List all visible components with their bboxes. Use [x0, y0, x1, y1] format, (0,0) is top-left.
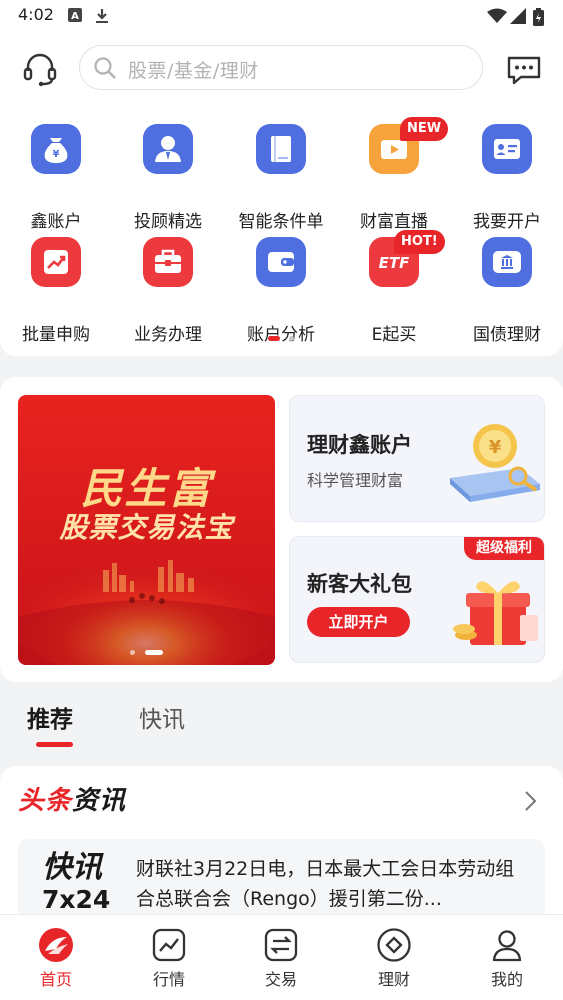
flash-news-logo-text: 快讯 — [42, 850, 102, 885]
super-welfare-tag: 超级福利 — [464, 537, 544, 560]
new-badge: NEW — [400, 117, 449, 141]
quick-item-label: 我要开户 — [473, 212, 541, 232]
hot-badge: HOT! — [394, 230, 445, 254]
advisor-icon — [143, 124, 193, 174]
quick-item-account-analysis[interactable]: 账户分析 — [225, 237, 337, 347]
quick-item-label: 鑫账户 — [30, 212, 82, 232]
quick-item-label: 账户分析 — [247, 325, 315, 345]
search-icon — [94, 57, 116, 79]
treasury-bond-icon — [482, 237, 532, 287]
home-logo-icon — [39, 928, 73, 962]
nav-label: 我的 — [490, 970, 523, 989]
id-card-icon — [482, 124, 532, 174]
search-placeholder: 股票/基金/理财 — [128, 60, 259, 82]
promo-title: 理财鑫账户 — [307, 433, 412, 457]
customer-service-headset-icon[interactable] — [21, 50, 59, 88]
nav-label: 行情 — [152, 970, 185, 989]
message-icon[interactable] — [505, 50, 543, 88]
svg-text:ETF: ETF — [379, 254, 410, 272]
notification-a-icon: A — [68, 8, 82, 22]
banner-subtitle: 股票交易法宝 — [59, 511, 234, 544]
promo-card: 民生富 股票交易法宝 理财鑫账户 科学管理财富 ¥ 新客大礼包 立即开户 超级福… — [0, 377, 563, 682]
coin-magnifier-illustration: ¥ — [450, 424, 540, 502]
nav-market[interactable]: 行情 — [129, 927, 209, 990]
nav-label: 交易 — [264, 970, 297, 989]
quick-item-e-buy[interactable]: ETF HOT! E起买 — [338, 230, 450, 347]
nav-wealth[interactable]: 理财 — [354, 927, 434, 990]
promo-title: 新客大礼包 — [307, 572, 412, 596]
tab-recommend[interactable]: 推荐 — [27, 700, 73, 734]
wifi-icon — [487, 8, 507, 23]
nav-trade[interactable]: 交易 — [241, 927, 321, 990]
battery-icon — [533, 8, 544, 26]
nav-home[interactable]: 首页 — [16, 927, 96, 990]
promo-subtitle: 科学管理财富 — [307, 471, 404, 490]
status-bar: 4:02 A — [0, 0, 563, 32]
flash-news-logo: 快讯 7x24 — [42, 851, 112, 915]
flash-news-logo-number: 7x24 — [42, 885, 111, 914]
svg-text:A: A — [71, 11, 79, 22]
gift-box-illustration — [453, 581, 538, 645]
quick-item-label: 国债理财 — [473, 325, 541, 345]
signal-icon — [510, 8, 526, 24]
svg-text:¥: ¥ — [53, 149, 60, 160]
nav-label: 理财 — [377, 970, 410, 989]
wallet-icon — [256, 237, 306, 287]
svg-text:¥: ¥ — [489, 437, 502, 458]
nav-label: 首页 — [39, 970, 72, 989]
quick-menu-card: ¥ 鑫账户 投顾精选 智能条件单 NEW 财富直播 我要开户 批量申购 业务办理… — [0, 104, 563, 356]
promo-banner[interactable]: 民生富 股票交易法宝 — [18, 395, 275, 665]
quick-item-label: E起买 — [371, 325, 417, 345]
market-chart-icon — [152, 928, 186, 962]
promo-new-customer[interactable]: 新客大礼包 立即开户 超级福利 — [289, 536, 545, 663]
quick-item-label: 业务办理 — [134, 325, 202, 345]
tab-active-indicator — [36, 742, 73, 747]
banner-dot-active — [145, 650, 163, 655]
wealth-diamond-icon — [377, 928, 411, 962]
quick-item-treasury[interactable]: 国债理财 — [451, 237, 563, 347]
quick-item-smart-order[interactable]: 智能条件单 — [225, 124, 337, 234]
trade-exchange-icon — [264, 928, 298, 962]
top-header: 股票/基金/理财 — [0, 32, 563, 104]
news-item[interactable]: 快讯 7x24 财联社3月22日电，日本最大工会日本劳动组合总联合会（Rengo… — [18, 839, 545, 926]
quick-item-advisor[interactable]: 投顾精选 — [112, 124, 224, 234]
page-dot-active — [268, 336, 280, 341]
open-account-button[interactable]: 立即开户 — [307, 607, 410, 637]
trend-chart-icon — [31, 237, 81, 287]
quick-item-label: 投顾精选 — [134, 212, 202, 232]
tab-flash-news[interactable]: 快讯 — [139, 700, 185, 734]
quick-item-business[interactable]: 业务办理 — [112, 237, 224, 347]
page-dot — [289, 336, 294, 341]
quick-item-label: 批量申购 — [22, 325, 90, 345]
profile-icon — [492, 930, 522, 962]
money-bag-icon: ¥ — [31, 124, 81, 174]
nav-profile[interactable]: 我的 — [467, 927, 547, 990]
quick-item-open-account[interactable]: 我要开户 — [451, 124, 563, 234]
news-title-red: 头条 — [18, 786, 73, 816]
briefcase-icon — [143, 237, 193, 287]
quick-item-label: 财富直播 — [360, 212, 428, 232]
book-icon — [256, 124, 306, 174]
quick-item-label: 智能条件单 — [238, 212, 324, 232]
headline-news-title: 头条资讯 — [18, 780, 126, 817]
status-time: 4:02 — [18, 5, 54, 24]
search-bar[interactable]: 股票/基金/理财 — [79, 45, 483, 90]
download-icon — [96, 9, 108, 23]
quick-item-xin-account[interactable]: ¥ 鑫账户 — [0, 124, 112, 234]
quick-item-live[interactable]: NEW 财富直播 — [338, 117, 450, 234]
banner-dot — [130, 650, 135, 655]
news-item-text: 财联社3月22日电，日本最大工会日本劳动组合总联合会（Rengo）援引第二份..… — [136, 858, 515, 910]
promo-xin-account[interactable]: 理财鑫账户 科学管理财富 ¥ — [289, 395, 545, 522]
chevron-right-icon[interactable] — [524, 790, 538, 812]
news-title-black: 资讯 — [72, 786, 127, 816]
bottom-navigation: 首页 行情 交易 理财 我的 — [0, 914, 563, 1000]
headline-news-card: 头条资讯 快讯 7x24 财联社3月22日电，日本最大工会日本劳动组合总联合会（… — [0, 766, 563, 926]
quick-item-batch-purchase[interactable]: 批量申购 — [0, 237, 112, 347]
